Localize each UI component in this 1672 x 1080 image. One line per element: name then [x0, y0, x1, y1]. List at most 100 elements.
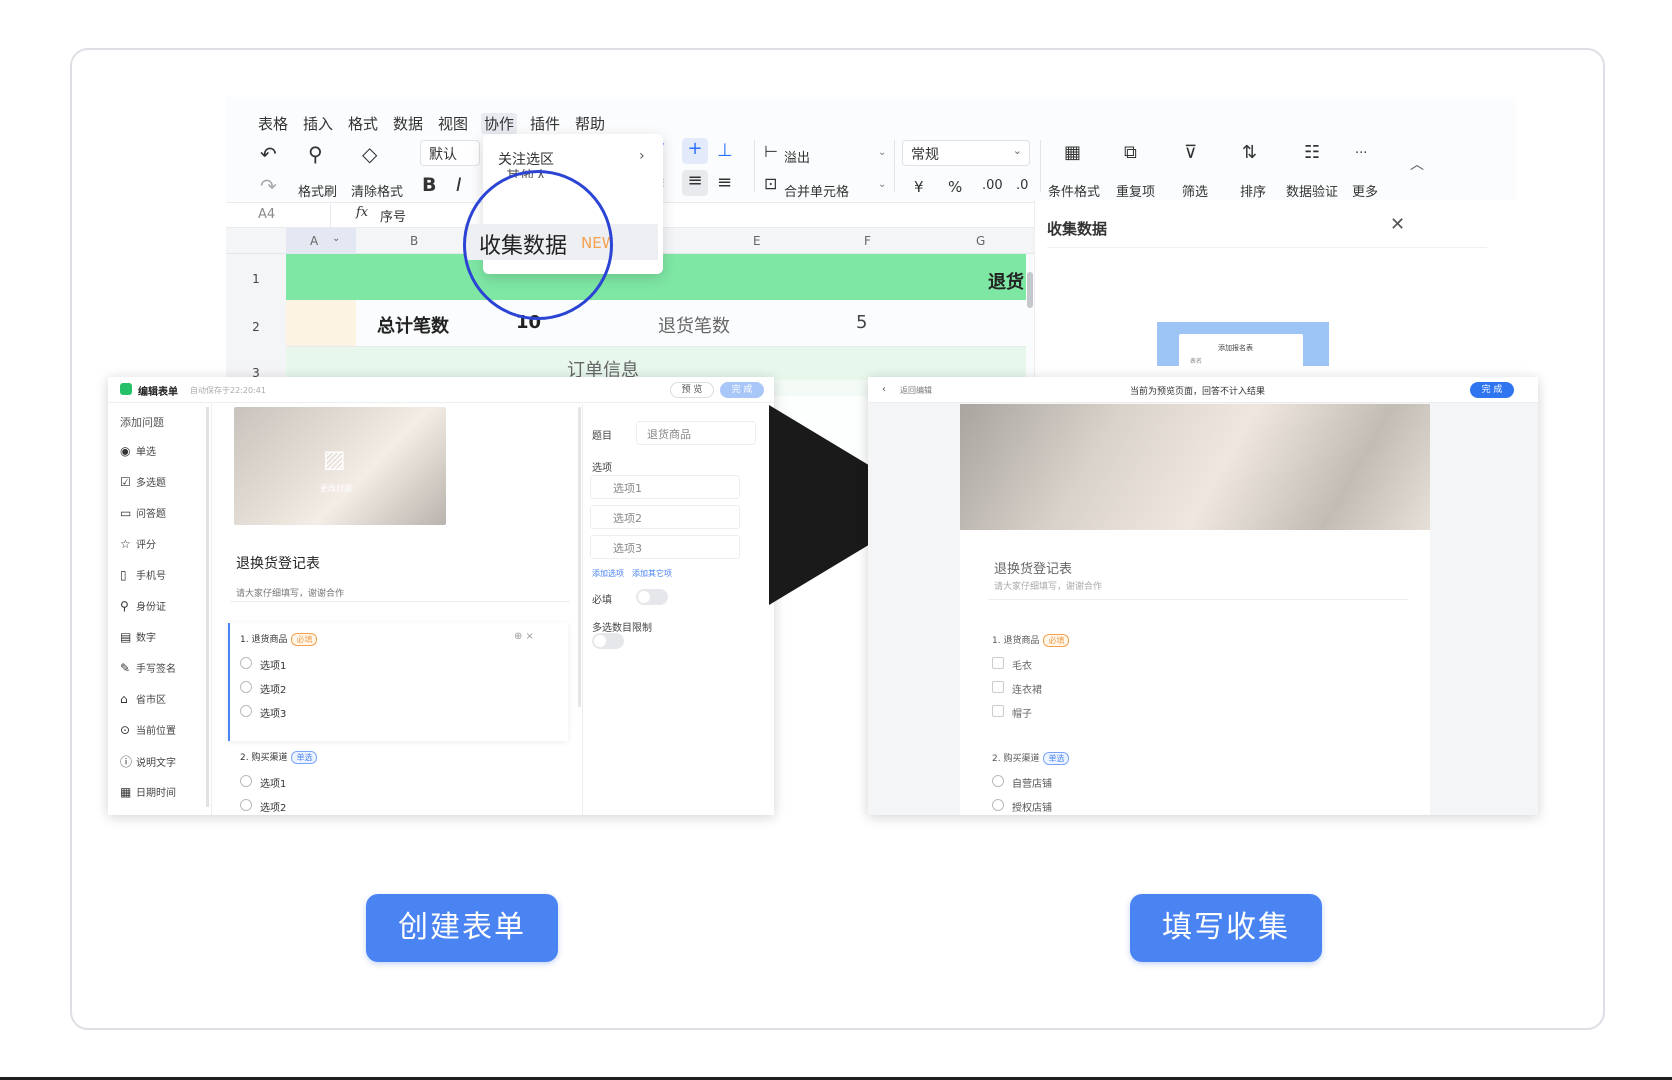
content-scrollbar[interactable] — [578, 407, 581, 707]
question-type-item[interactable]: ⌂ 省市区 — [120, 691, 166, 706]
column-header-b[interactable]: B — [410, 234, 418, 248]
column-header-e[interactable]: E — [753, 234, 761, 248]
option-input-3[interactable]: 选项3 — [590, 535, 740, 559]
redo-icon[interactable]: ↷ — [260, 174, 277, 198]
question-type-item[interactable]: ◉ 单选 — [120, 443, 156, 458]
question-type-item[interactable]: ⓘ 说明文字 — [120, 753, 176, 770]
option-input-2[interactable]: 选项2 — [590, 505, 740, 529]
overflow-chevron-icon[interactable]: ⌄ — [878, 147, 886, 158]
cell-reference[interactable]: A4 — [258, 207, 275, 222]
bold-button[interactable]: B — [422, 174, 436, 196]
menu-format[interactable]: 格式 — [348, 113, 378, 134]
overflow-icon[interactable]: ⊢ — [764, 142, 778, 161]
align-bottom-icon[interactable]: ⊥ — [717, 140, 733, 161]
menu-help[interactable]: 帮助 — [575, 113, 605, 134]
percent-button[interactable]: % — [948, 178, 962, 196]
italic-button[interactable]: I — [456, 174, 462, 196]
change-cover-label[interactable]: 更改封面 — [320, 483, 352, 494]
filter-label[interactable]: 筛选 — [1182, 181, 1208, 200]
align-right-icon[interactable]: ≡ — [717, 172, 732, 193]
question-type-item[interactable]: ☆ 评分 — [120, 536, 156, 551]
menu-view[interactable]: 视图 — [438, 113, 468, 134]
merge-cells-icon[interactable]: ⊡ — [764, 174, 777, 193]
topic-input[interactable]: 退货商品 — [636, 421, 756, 445]
checkbox-option[interactable] — [992, 705, 1004, 717]
preview-button[interactable]: 预 览 — [670, 382, 714, 398]
question-type-item[interactable]: ✎ 手写签名 — [120, 660, 176, 675]
decimal-increase-button[interactable]: .00 — [982, 178, 1003, 193]
column-header-g[interactable]: G — [976, 234, 985, 248]
return-header-partial[interactable]: 退货 — [988, 268, 1026, 294]
multi-limit-toggle[interactable] — [592, 633, 624, 649]
conditional-format-icon[interactable]: ▦ — [1064, 142, 1081, 163]
menu-collaborate[interactable]: 协作 — [481, 113, 518, 134]
sort-icon[interactable]: ⇅ — [1242, 142, 1257, 163]
return-count-label[interactable]: 退货笔数 — [658, 312, 730, 338]
format-brush-label[interactable]: 格式刷 — [298, 181, 337, 200]
more-icon[interactable]: ··· — [1355, 146, 1367, 161]
menu-insert[interactable]: 插入 — [303, 113, 333, 134]
total-count-label[interactable]: 总计笔数 — [377, 312, 449, 338]
column-header-f[interactable]: F — [864, 234, 871, 248]
align-middle-icon[interactable]: + — [682, 138, 708, 164]
question-type-item[interactable]: ▭ 问答题 — [120, 505, 166, 520]
merge-cells-label[interactable]: 合并单元格 — [784, 181, 849, 200]
preview-done-button[interactable]: 完 成 — [1470, 382, 1514, 398]
more-label[interactable]: 更多 — [1352, 181, 1378, 200]
radio-option[interactable] — [240, 705, 252, 717]
duplicates-label[interactable]: 重复项 — [1116, 181, 1155, 200]
currency-button[interactable]: ¥ — [914, 178, 924, 196]
done-button[interactable]: 完 成 — [720, 382, 764, 398]
close-icon[interactable]: ✕ — [1390, 214, 1405, 235]
radio-option[interactable] — [992, 775, 1004, 787]
duplicates-icon[interactable]: ⧉ — [1124, 142, 1137, 163]
back-chevron-icon[interactable]: ‹ — [882, 384, 886, 395]
undo-icon[interactable]: ↶ — [260, 142, 277, 166]
form-description[interactable]: 请大家仔细填写，谢谢合作 — [236, 586, 344, 599]
question-type-item[interactable]: ☑ 多选题 — [120, 474, 166, 489]
column-a-chevron-icon[interactable]: ⌄ — [332, 233, 340, 244]
font-select[interactable]: 默认 — [420, 140, 480, 166]
menu-table[interactable]: 表格 — [258, 113, 288, 134]
question-type-item[interactable]: ▤ 数字 — [120, 629, 156, 644]
eraser-icon[interactable]: ◇ — [362, 142, 377, 166]
checkbox-option[interactable] — [992, 681, 1004, 693]
overflow-label[interactable]: 溢出 — [784, 147, 810, 166]
decimal-decrease-button[interactable]: .0 — [1016, 178, 1028, 193]
radio-option[interactable] — [992, 799, 1004, 811]
sidebar-scrollbar[interactable] — [206, 407, 209, 807]
radio-option[interactable] — [240, 681, 252, 693]
number-format-select[interactable]: 常规 ⌄ — [902, 140, 1030, 166]
question-type-item[interactable]: ▯ 手机号 — [120, 567, 166, 582]
column-header-a[interactable]: A — [310, 234, 318, 248]
form-title[interactable]: 退换货登记表 — [236, 553, 320, 573]
create-form-button[interactable]: 创建表单 — [366, 894, 558, 962]
collapse-toolbar-icon[interactable]: ︿ — [1410, 154, 1424, 174]
formula-content[interactable]: 序号 — [380, 206, 406, 225]
sort-label[interactable]: 排序 — [1240, 181, 1266, 200]
required-toggle[interactable] — [636, 589, 668, 605]
vertical-scrollbar[interactable] — [1027, 272, 1033, 308]
filter-icon[interactable]: ⊽ — [1184, 142, 1197, 163]
radio-option[interactable] — [240, 775, 252, 787]
radio-option[interactable] — [240, 657, 252, 669]
return-count-value[interactable]: 5 — [856, 312, 867, 333]
menu-plugins[interactable]: 插件 — [530, 113, 560, 134]
merge-chevron-icon[interactable]: ⌄ — [878, 179, 886, 190]
clear-format-label[interactable]: 清除格式 — [351, 181, 403, 200]
back-to-edit[interactable]: 返回编辑 — [900, 385, 932, 396]
add-option-link[interactable]: 添加选项 — [592, 568, 624, 579]
checkbox-option[interactable] — [992, 657, 1004, 669]
question-type-item[interactable]: ▦ 日期时间 — [120, 784, 176, 799]
data-validation-label[interactable]: 数据验证 — [1286, 181, 1338, 200]
option-input-1[interactable]: 选项1 — [590, 475, 740, 499]
question-type-item[interactable]: ⚲ 身份证 — [120, 598, 166, 613]
question-type-item[interactable]: ⊙ 当前位置 — [120, 722, 176, 737]
row-header-2[interactable]: 2 — [226, 320, 286, 334]
data-validation-icon[interactable]: ☷ — [1304, 142, 1320, 163]
question-1-actions-icon[interactable]: ⊕ × — [514, 631, 534, 642]
align-center-icon[interactable]: ≡ — [682, 170, 708, 196]
add-other-link[interactable]: 添加其它项 — [632, 568, 672, 579]
format-brush-icon[interactable]: ⚲ — [308, 142, 323, 166]
conditional-format-label[interactable]: 条件格式 — [1048, 181, 1100, 200]
